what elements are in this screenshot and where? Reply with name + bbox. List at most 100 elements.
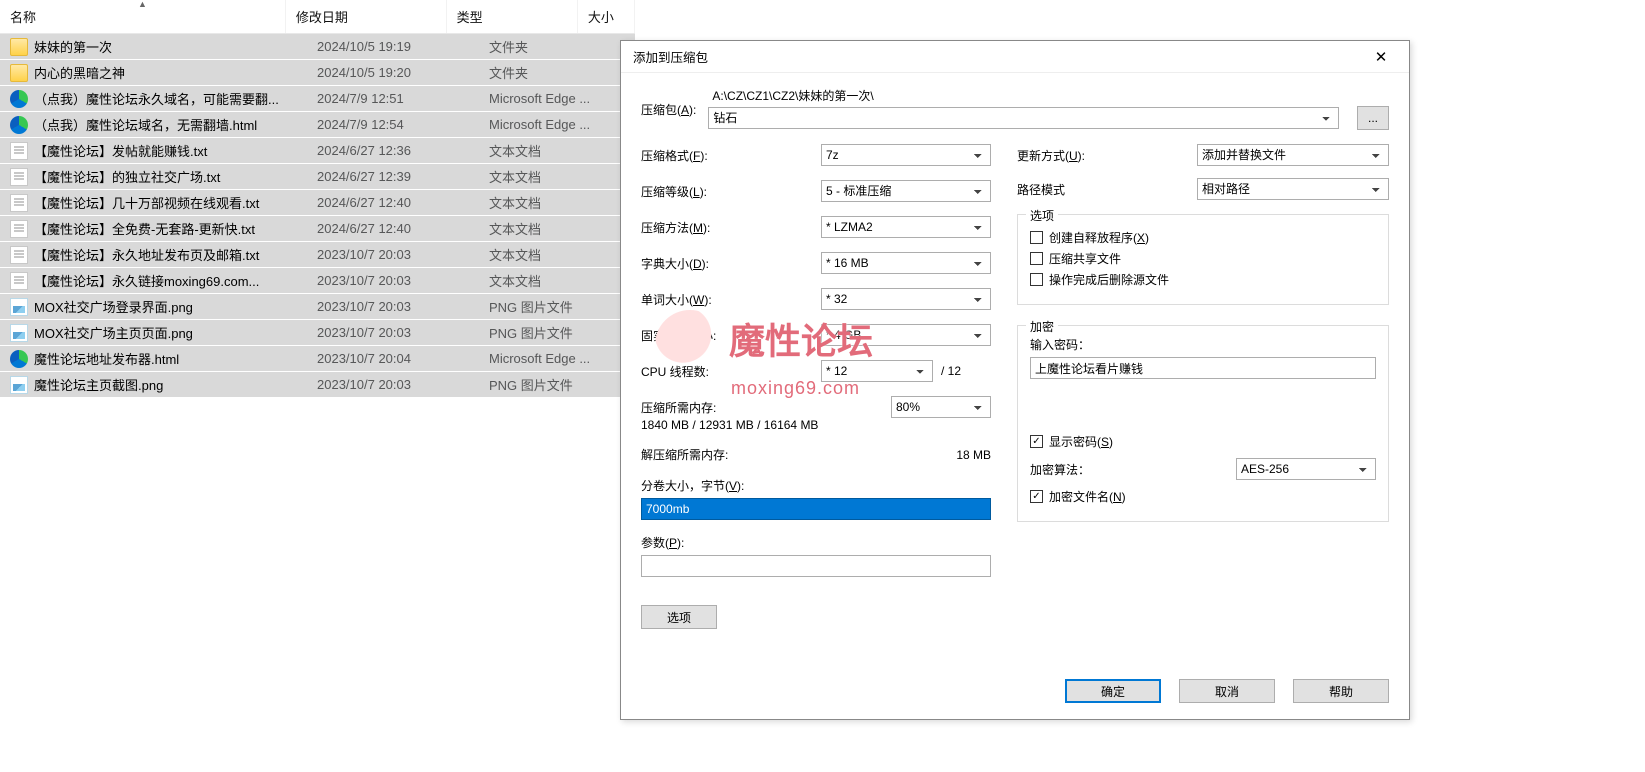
sfx-checkbox[interactable]: 创建自释放程序(X)	[1030, 229, 1376, 246]
solid-select[interactable]: * 4 GB	[821, 324, 991, 346]
header-date[interactable]: 修改日期	[286, 0, 447, 33]
cancel-button[interactable]: 取消	[1179, 679, 1275, 703]
table-row[interactable]: 妹妹的第一次2024/10/5 19:19文件夹	[0, 34, 635, 60]
update-select[interactable]: 添加并替换文件	[1197, 144, 1389, 166]
file-date: 2023/10/7 20:03	[307, 273, 479, 288]
header-size[interactable]: 大小	[578, 0, 635, 33]
file-name: （点我）魔性论坛域名，无需翻墙.html	[34, 115, 257, 134]
word-label: 单词大小(W):	[641, 291, 821, 308]
file-name: 妹妹的第一次	[34, 37, 112, 56]
threads-label: CPU 线程数:	[641, 363, 821, 380]
split-label: 分卷大小，字节(V):	[641, 477, 991, 494]
dict-label: 字典大小(D):	[641, 255, 821, 272]
options-button[interactable]: 选项	[641, 605, 717, 629]
checkbox-icon	[1030, 252, 1043, 265]
word-select[interactable]: * 32	[821, 288, 991, 310]
dict-select[interactable]: * 16 MB	[821, 252, 991, 274]
password-input[interactable]	[1030, 357, 1376, 379]
png-icon	[10, 298, 28, 316]
ok-button[interactable]: 确定	[1065, 679, 1161, 703]
file-date: 2023/10/7 20:03	[307, 247, 479, 262]
level-select[interactable]: 5 - 标准压缩	[821, 180, 991, 202]
method-label: 压缩方法(M):	[641, 219, 821, 236]
file-name: 【魔性论坛】的独立社交广场.txt	[34, 167, 220, 186]
table-row[interactable]: 内心的黑暗之神2024/10/5 19:20文件夹	[0, 60, 635, 86]
options-fieldset: 选项 创建自释放程序(X) 压缩共享文件 操作完成后删除源文件	[1017, 214, 1389, 305]
table-row[interactable]: MOX社交广场主页页面.png2023/10/7 20:03PNG 图片文件	[0, 320, 635, 346]
dialog-title: 添加到压缩包	[633, 47, 708, 66]
format-select[interactable]: 7z	[821, 144, 991, 166]
file-date: 2023/10/7 20:03	[307, 299, 479, 314]
table-row[interactable]: MOX社交广场登录界面.png2023/10/7 20:03PNG 图片文件	[0, 294, 635, 320]
file-type: 文本文档	[479, 167, 619, 186]
file-date: 2023/10/7 20:04	[307, 351, 479, 366]
mem-pct-select[interactable]: 80%	[891, 396, 991, 418]
file-date: 2024/6/27 12:36	[307, 143, 479, 158]
table-row[interactable]: 【魔性论坛】几十万部视频在线观看.txt2024/6/27 12:40文本文档	[0, 190, 635, 216]
folder-icon	[10, 64, 28, 82]
checkbox-icon	[1030, 231, 1043, 244]
encrypt-names-checkbox[interactable]: 加密文件名(N)	[1030, 488, 1376, 505]
file-date: 2024/6/27 12:39	[307, 169, 479, 184]
update-label: 更新方式(U):	[1017, 147, 1197, 164]
archive-name-input[interactable]: 钻石	[708, 107, 1339, 129]
table-row[interactable]: （点我）魔性论坛域名，无需翻墙.html2024/7/9 12:54Micros…	[0, 112, 635, 138]
file-type: 文本文档	[479, 219, 619, 238]
table-row[interactable]: 【魔性论坛】发帖就能赚钱.txt2024/6/27 12:36文本文档	[0, 138, 635, 164]
table-row[interactable]: 【魔性论坛】永久地址发布页及邮箱.txt 2023/10/7 20:03文本文档	[0, 242, 635, 268]
close-icon[interactable]: ✕	[1363, 45, 1399, 69]
edge-icon	[10, 116, 28, 134]
txt-icon	[10, 220, 28, 238]
add-to-archive-dialog: 添加到压缩包 ✕ 压缩包(A): A:\CZ\CZ1\CZ2\妹妹的第一次\ 钻…	[620, 40, 1410, 720]
file-name: 【魔性论坛】永久地址发布页及邮箱.txt	[34, 245, 259, 264]
table-row[interactable]: （点我）魔性论坛永久域名，可能需要翻...2024/7/9 12:51Micro…	[0, 86, 635, 112]
file-type: PNG 图片文件	[479, 375, 619, 394]
checkbox-icon	[1030, 490, 1043, 503]
file-name: 魔性论坛主页截图.png	[34, 375, 163, 394]
file-type: PNG 图片文件	[479, 297, 619, 316]
param-input[interactable]	[641, 555, 991, 577]
delete-checkbox[interactable]: 操作完成后删除源文件	[1030, 271, 1376, 288]
table-row[interactable]: 【魔性论坛】全免费-无套路-更新快.txt2024/6/27 12:40文本文档	[0, 216, 635, 242]
file-date: 2024/10/5 19:19	[307, 39, 479, 54]
file-date: 2024/6/27 12:40	[307, 221, 479, 236]
checkbox-icon	[1030, 273, 1043, 286]
format-label: 压缩格式(F):	[641, 147, 821, 164]
table-row[interactable]: 魔性论坛地址发布器.html2023/10/7 20:04Microsoft E…	[0, 346, 635, 372]
param-label: 参数(P):	[641, 534, 991, 551]
threads-select[interactable]: * 12	[821, 360, 933, 382]
pathmode-select[interactable]: 相对路径	[1197, 178, 1389, 200]
file-type: 文本文档	[479, 271, 619, 290]
password-label: 输入密码：	[1030, 336, 1376, 353]
enc-method-select[interactable]: AES-256	[1236, 458, 1376, 480]
dialog-titlebar[interactable]: 添加到压缩包 ✕	[621, 41, 1409, 73]
level-label: 压缩等级(L):	[641, 183, 821, 200]
archive-path: A:\CZ\CZ1\CZ2\妹妹的第一次\	[708, 87, 1389, 104]
show-password-checkbox[interactable]: 显示密码(S)	[1030, 433, 1376, 450]
file-name: 【魔性论坛】永久链接moxing69.com...	[34, 271, 259, 290]
file-date: 2024/6/27 12:40	[307, 195, 479, 210]
txt-icon	[10, 142, 28, 160]
file-name: （点我）魔性论坛永久域名，可能需要翻...	[34, 89, 279, 108]
edge-icon	[10, 350, 28, 368]
table-row[interactable]: 【魔性论坛】永久链接moxing69.com... 2023/10/7 20:03…	[0, 268, 635, 294]
file-type: 文本文档	[479, 245, 619, 264]
header-name[interactable]: ▲名称	[0, 0, 286, 33]
method-select[interactable]: * LZMA2	[821, 216, 991, 238]
file-name: 【魔性论坛】发帖就能赚钱.txt	[34, 141, 207, 160]
txt-icon	[10, 194, 28, 212]
png-icon	[10, 376, 28, 394]
file-date: 2023/10/7 20:03	[307, 377, 479, 392]
enc-method-label: 加密算法：	[1030, 461, 1210, 478]
header-type[interactable]: 类型	[447, 0, 578, 33]
help-button[interactable]: 帮助	[1293, 679, 1389, 703]
browse-button[interactable]: ...	[1357, 106, 1389, 130]
checkbox-icon	[1030, 435, 1043, 448]
table-row[interactable]: 魔性论坛主页截图.png 2023/10/7 20:03PNG 图片文件	[0, 372, 635, 398]
split-size-input[interactable]	[641, 498, 991, 520]
file-type: 文本文档	[479, 193, 619, 212]
shared-checkbox[interactable]: 压缩共享文件	[1030, 250, 1376, 267]
mem-decompress-label: 解压缩所需内存:	[641, 446, 728, 463]
options-legend: 选项	[1026, 207, 1058, 224]
table-row[interactable]: 【魔性论坛】的独立社交广场.txt 2024/6/27 12:39文本文档	[0, 164, 635, 190]
